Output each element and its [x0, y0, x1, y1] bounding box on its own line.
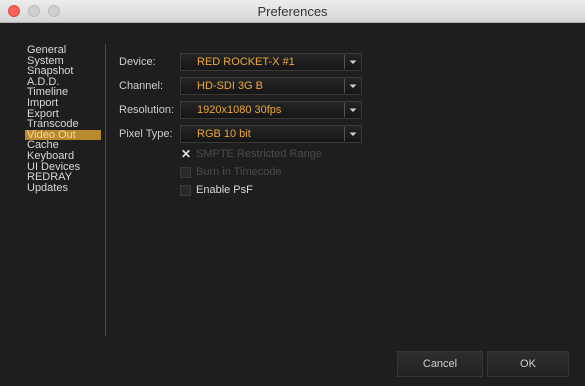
enable-psf-label: Enable PsF [196, 184, 253, 196]
device-dropdown[interactable]: RED ROCKET-X #1 [180, 53, 362, 71]
cancel-button[interactable]: Cancel [397, 351, 483, 377]
ok-button[interactable]: OK [487, 351, 569, 377]
preferences-sidebar: General System Snapshot A.D.D. Timeline … [25, 45, 101, 193]
pixel-type-dropdown[interactable]: RGB 10 bit [180, 125, 362, 143]
chevron-down-icon [349, 108, 357, 112]
dropdown-separator [344, 127, 345, 141]
channel-dropdown[interactable]: HD-SDI 3G B [180, 77, 362, 95]
burn-in-timecode-label: Burn in Timecode [196, 166, 282, 178]
title-bar[interactable]: Preferences [0, 0, 585, 23]
checkbox-box [180, 185, 191, 196]
sidebar-item-updates[interactable]: Updates [25, 182, 101, 194]
dropdown-separator [344, 79, 345, 93]
checkbox-box [180, 167, 191, 178]
resolution-label: Resolution: [119, 104, 175, 116]
sidebar-item-keyboard[interactable]: Keyboard [25, 151, 101, 162]
dropdown-separator [344, 103, 345, 117]
chevron-down-icon [349, 132, 357, 136]
channel-label: Channel: [119, 80, 164, 92]
window-title: Preferences [257, 4, 328, 19]
device-value: RED ROCKET-X #1 [197, 56, 295, 68]
sidebar-divider [105, 44, 106, 336]
chevron-down-icon [349, 84, 357, 88]
sidebar-item-general[interactable]: General [25, 45, 101, 56]
device-label: Device: [119, 56, 156, 68]
channel-value: HD-SDI 3G B [197, 80, 264, 92]
pixel-type-value: RGB 10 bit [197, 128, 251, 140]
pixel-type-label: Pixel Type: [119, 128, 173, 140]
smpte-restricted-label: SMPTE Restricted Range [196, 148, 322, 160]
resolution-value: 1920x1080 30fps [197, 104, 282, 116]
chevron-down-icon [349, 60, 357, 64]
sidebar-item-import[interactable]: Import [25, 98, 101, 109]
x-mark-icon: ✕ [181, 147, 192, 161]
resolution-dropdown[interactable]: 1920x1080 30fps [180, 101, 362, 119]
dropdown-separator [344, 55, 345, 69]
